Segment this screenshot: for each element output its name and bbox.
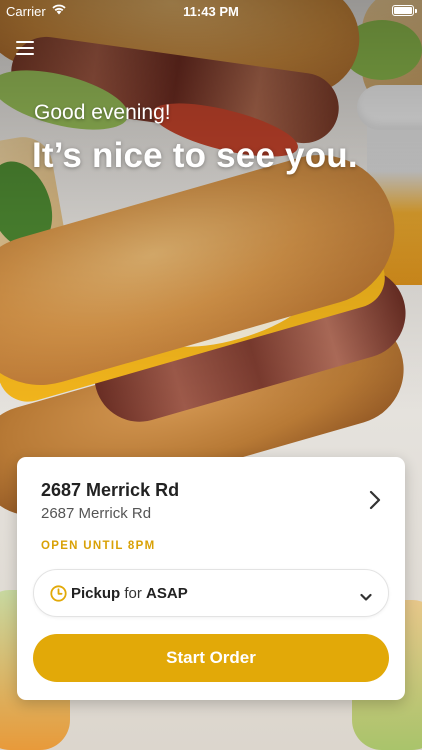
store-hours-status: OPEN UNTIL 8PM (41, 540, 156, 552)
order-mode-label: Pickup (71, 585, 121, 602)
order-time-label: ASAP (146, 585, 188, 602)
status-time: 11:43 PM (183, 4, 239, 19)
store-address: 2687 Merrick Rd (41, 505, 152, 522)
clock-icon (50, 585, 67, 602)
order-mode-text: Pickup for ASAP (71, 585, 188, 602)
order-mode-connector: for (120, 585, 147, 602)
welcome-headline: It’s nice to see you. (32, 136, 358, 175)
status-bar: Carrier 11:43 PM (0, 0, 422, 22)
hamburger-menu-icon[interactable] (16, 40, 36, 56)
chevron-right-icon (369, 490, 381, 510)
battery-icon (392, 5, 417, 16)
store-name: 2687 Merrick Rd (41, 480, 180, 500)
store-selector[interactable]: 2687 Merrick Rd 2687 Merrick Rd (17, 457, 405, 537)
store-order-card: 2687 Merrick Rd 2687 Merrick Rd OPEN UNT… (17, 457, 405, 700)
greeting-text: Good evening! (34, 101, 171, 124)
chevron-down-icon (360, 589, 372, 601)
start-order-button[interactable]: Start Order (33, 634, 389, 682)
order-mode-selector[interactable]: Pickup for ASAP (33, 569, 389, 617)
